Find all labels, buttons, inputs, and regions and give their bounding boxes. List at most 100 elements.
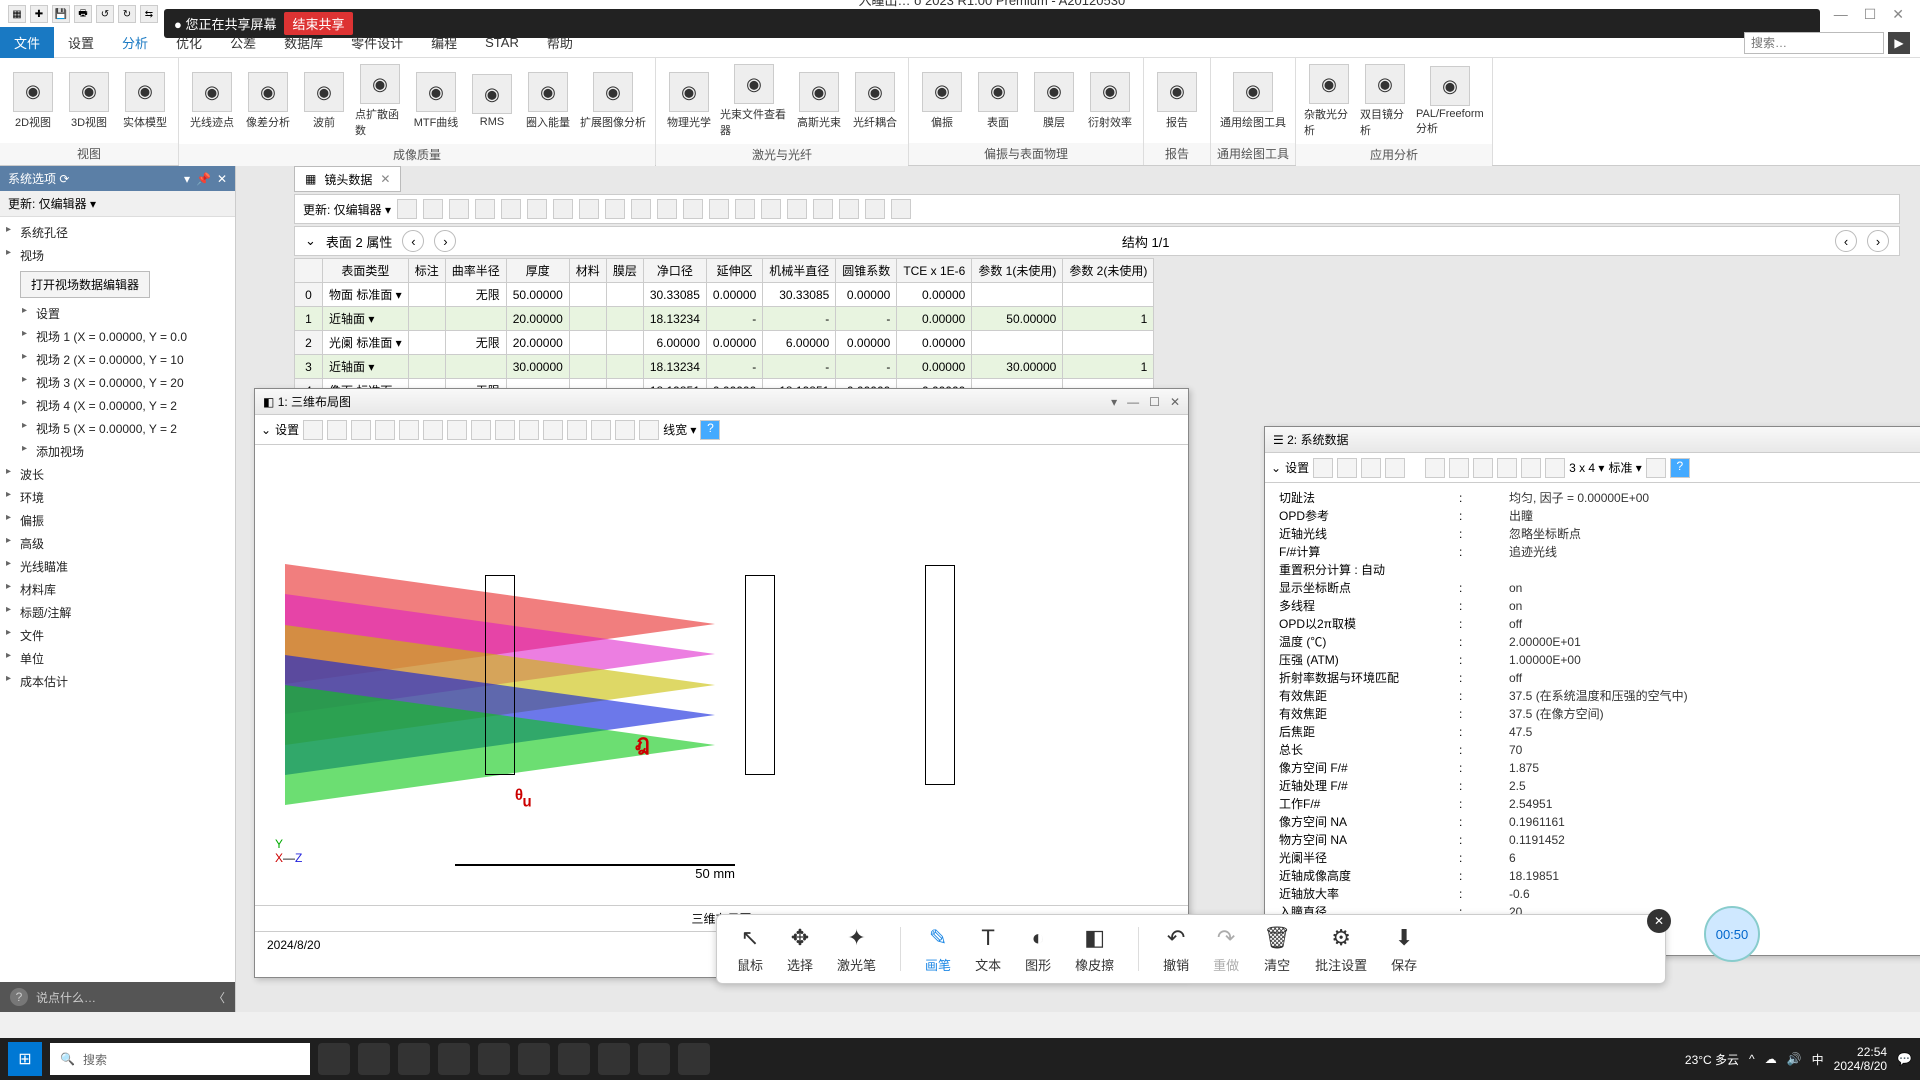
table-header[interactable]: 材料 <box>569 259 606 283</box>
toolbar-button[interactable] <box>327 420 347 440</box>
toolbar-button[interactable] <box>813 199 833 219</box>
menu-分析[interactable]: 分析 <box>108 27 162 58</box>
tree-node[interactable]: 视场 1 (X = 0.00000, Y = 0.0 <box>0 325 235 348</box>
toolbar-button[interactable] <box>423 199 443 219</box>
task-icon[interactable] <box>318 1043 350 1075</box>
toolbar-button[interactable] <box>891 199 911 219</box>
qat-icon[interactable]: 💾 <box>52 5 70 23</box>
toolbar-button[interactable] <box>553 199 573 219</box>
task-icon[interactable] <box>358 1043 390 1075</box>
tree-node[interactable]: 视场 5 (X = 0.00000, Y = 2 <box>0 417 235 440</box>
ribbon-圈入能量[interactable]: ◉圈入能量 <box>521 70 575 132</box>
toolbar-button[interactable] <box>865 199 885 219</box>
ribbon-3D视图[interactable]: ◉3D视图 <box>62 70 116 132</box>
search-go-button[interactable]: ▶ <box>1888 32 1910 54</box>
linewidth-dropdown[interactable]: 线宽 ▾ <box>663 421 696 438</box>
table-header[interactable]: 膜层 <box>606 259 643 283</box>
toolbar-button[interactable] <box>1449 458 1469 478</box>
close-button[interactable]: ✕ <box>1892 6 1904 23</box>
table-header[interactable]: 参数 1(未使用) <box>972 259 1063 283</box>
toolbar-button[interactable] <box>657 199 677 219</box>
qat-icon[interactable]: ⇆ <box>140 5 158 23</box>
ask-bar[interactable]: ? 说点什么… 〈 <box>0 982 235 1012</box>
open-field-editor-button[interactable]: 打开视场数据编辑器 <box>20 271 150 298</box>
anno-重做-button[interactable]: ↷重做 <box>1213 925 1239 974</box>
tray-icon[interactable]: ^ <box>1749 1052 1755 1066</box>
table-header[interactable]: 表面类型 <box>323 259 409 283</box>
task-icon[interactable] <box>438 1043 470 1075</box>
table-header[interactable]: 标注 <box>408 259 445 283</box>
tree-node[interactable]: 视场 2 (X = 0.00000, Y = 10 <box>0 348 235 371</box>
table-row[interactable]: 3近轴面 ▾30.0000018.13234---0.0000030.00000… <box>295 355 1154 379</box>
close-button[interactable]: ✕ <box>1170 395 1180 409</box>
window-titlebar[interactable]: ◧ 1: 三维布局图 ▾—☐✕ <box>255 389 1188 415</box>
toolbar-button[interactable] <box>501 199 521 219</box>
toolbar-button[interactable] <box>449 199 469 219</box>
tree-node[interactable]: 视场 <box>0 244 235 267</box>
menu-帮助[interactable]: 帮助 <box>533 27 587 58</box>
table-row[interactable]: 1近轴面 ▾20.0000018.13234---0.0000050.00000… <box>295 307 1154 331</box>
document-tab[interactable]: ▦ 镜头数据 ✕ <box>294 166 401 192</box>
settings-button[interactable]: 设置 <box>275 421 299 438</box>
toolbar-button[interactable] <box>399 420 419 440</box>
task-icon[interactable] <box>558 1043 590 1075</box>
anno-清空-button[interactable]: 🗑清空 <box>1263 925 1291 974</box>
tree-node[interactable]: 单位 <box>0 647 235 670</box>
toolbar-button[interactable] <box>605 199 625 219</box>
close-tab-icon[interactable]: ✕ <box>380 172 390 186</box>
tree-node[interactable]: 波长 <box>0 463 235 486</box>
grid-dropdown[interactable]: 3 x 4 ▾ <box>1569 461 1604 475</box>
tree-node[interactable]: 文件 <box>0 624 235 647</box>
config-next-button[interactable]: › <box>1867 230 1889 252</box>
prev-button[interactable]: ‹ <box>402 230 424 252</box>
tray-icon[interactable]: ☁ <box>1765 1052 1777 1066</box>
menu-零件设计[interactable]: 零件设计 <box>337 27 417 58</box>
help-button[interactable]: ? <box>700 420 720 440</box>
tree-node[interactable]: 高级 <box>0 532 235 555</box>
toolbar-button[interactable] <box>1313 458 1333 478</box>
weather-widget[interactable]: 23°C 多云 <box>1685 1051 1739 1068</box>
ribbon-波前[interactable]: ◉波前 <box>297 70 351 132</box>
ribbon-PAL/Freeform分析[interactable]: ◉PAL/Freeform分析 <box>1414 64 1486 138</box>
toolbar-button[interactable] <box>471 420 491 440</box>
toolbar-button[interactable] <box>683 199 703 219</box>
search-input[interactable] <box>1744 32 1884 54</box>
toolbar-button[interactable] <box>631 199 651 219</box>
menu-STAR[interactable]: STAR <box>471 29 533 56</box>
toolbar-button[interactable] <box>761 199 781 219</box>
ribbon-MTF曲线[interactable]: ◉MTF曲线 <box>409 70 463 132</box>
toolbar-button[interactable] <box>839 199 859 219</box>
tray-icon[interactable]: 中 <box>1812 1051 1824 1068</box>
table-row[interactable]: 2光阑 标准面 ▾无限20.000006.000000.000006.00000… <box>295 331 1154 355</box>
taskbar-search[interactable]: 🔍 搜索 <box>50 1043 310 1075</box>
menu-数据库[interactable]: 数据库 <box>270 27 337 58</box>
ribbon-通用绘图工具[interactable]: ◉通用绘图工具 <box>1217 70 1289 132</box>
help-button[interactable]: ? <box>1670 458 1690 478</box>
close-icon[interactable]: ✕ <box>217 172 227 186</box>
toolbar-button[interactable] <box>423 420 443 440</box>
ribbon-膜层[interactable]: ◉膜层 <box>1027 70 1081 132</box>
toolbar-button[interactable] <box>1545 458 1565 478</box>
toolbar-button[interactable] <box>1361 458 1381 478</box>
minimize-button[interactable]: — <box>1834 6 1848 23</box>
menu-设置[interactable]: 设置 <box>54 27 108 58</box>
tree-node[interactable]: 添加视场 <box>0 440 235 463</box>
task-icon[interactable] <box>398 1043 430 1075</box>
tree-node[interactable]: 视场 4 (X = 0.00000, Y = 2 <box>0 394 235 417</box>
table-row[interactable]: 0物面 标准面 ▾无限50.0000030.330850.0000030.330… <box>295 283 1154 307</box>
toolbar-button[interactable] <box>527 199 547 219</box>
qat-icon[interactable]: ↻ <box>118 5 136 23</box>
toolbar-button[interactable] <box>543 420 563 440</box>
toolbar-button[interactable] <box>787 199 807 219</box>
timer-bubble[interactable]: 00:50 <box>1704 906 1760 962</box>
ribbon-双目镜分析[interactable]: ◉双目镜分析 <box>1358 62 1412 140</box>
table-header[interactable]: 厚度 <box>506 259 569 283</box>
tree-node[interactable]: 环境 <box>0 486 235 509</box>
notifications-icon[interactable]: 💬 <box>1897 1052 1912 1066</box>
ribbon-像差分析[interactable]: ◉像差分析 <box>241 70 295 132</box>
anno-选择-button[interactable]: ✥选择 <box>787 925 813 974</box>
menu-文件[interactable]: 文件 <box>0 27 54 58</box>
ribbon-光线迹点[interactable]: ◉光线迹点 <box>185 70 239 132</box>
ribbon-光束文件查看器[interactable]: ◉光束文件查看器 <box>718 62 790 140</box>
toolbar-button[interactable] <box>591 420 611 440</box>
